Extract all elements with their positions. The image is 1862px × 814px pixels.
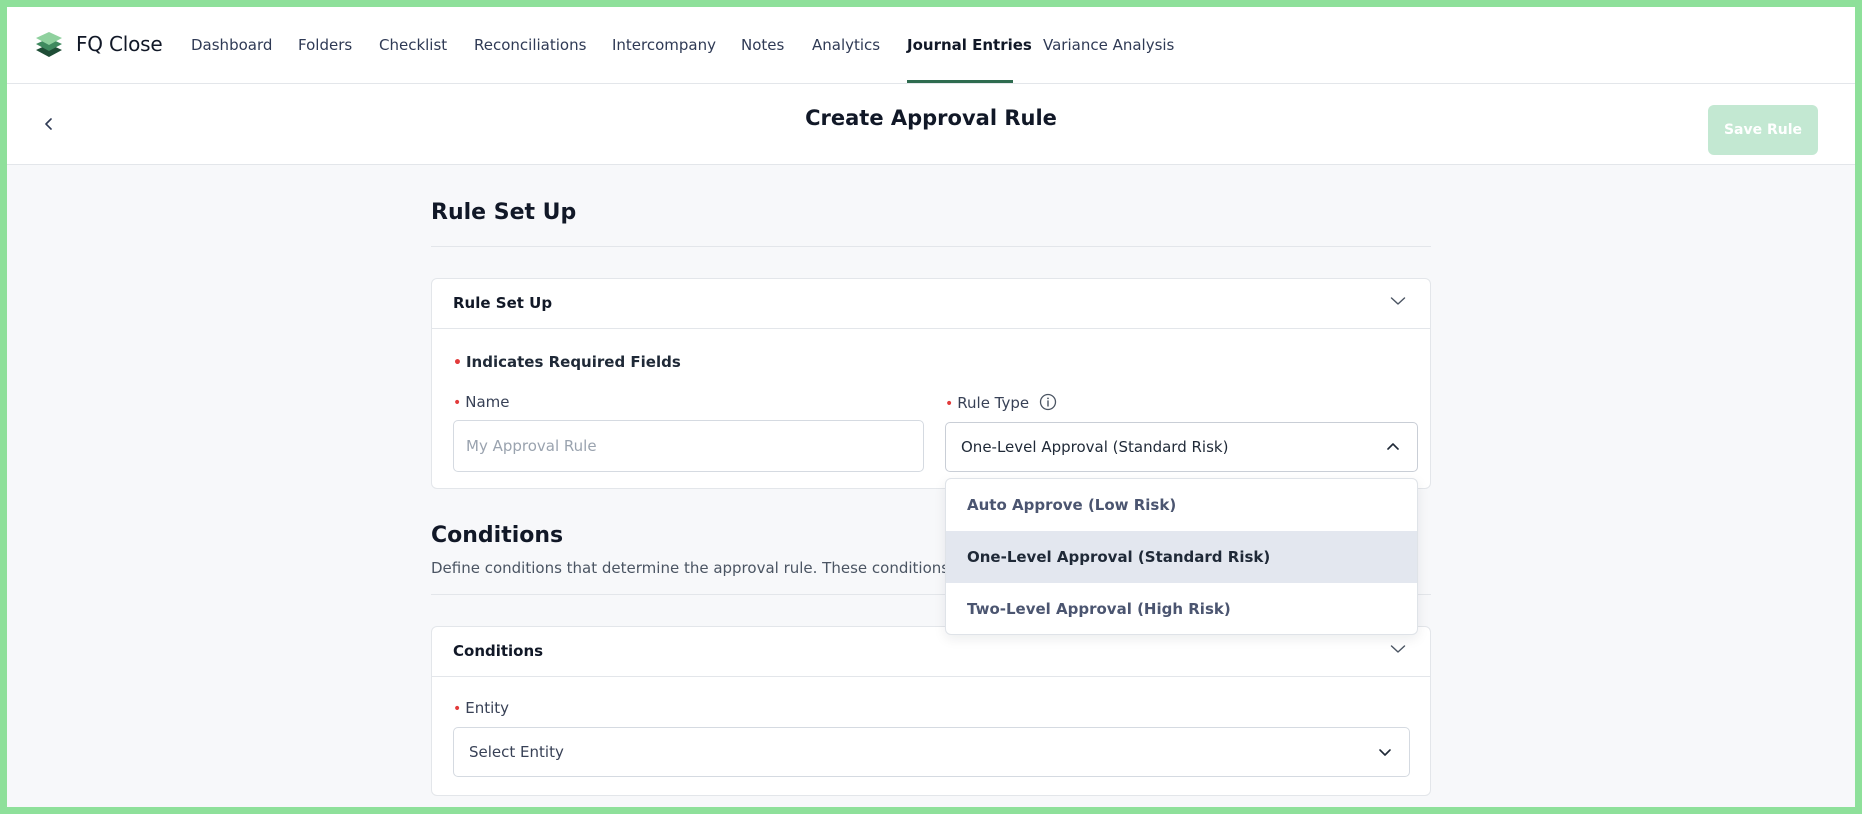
rule-type-select[interactable]: One-Level Approval (Standard Risk) bbox=[945, 422, 1418, 472]
nav-analytics[interactable]: Analytics bbox=[812, 36, 880, 54]
nav-notes[interactable]: Notes bbox=[741, 36, 784, 54]
nav-folders[interactable]: Folders bbox=[298, 36, 352, 54]
rule-type-option-auto-approve[interactable]: Auto Approve (Low Risk) bbox=[946, 479, 1417, 531]
conditions-card-title: Conditions bbox=[453, 642, 544, 660]
conditions-description: Define conditions that determine the app… bbox=[431, 559, 979, 577]
section-divider bbox=[431, 246, 1431, 247]
rule-setup-card: Rule Set Up • Indicates Required Fields •… bbox=[431, 278, 1431, 489]
page-title: Create Approval Rule bbox=[805, 106, 1057, 130]
page-header: Create Approval Rule Save Rule bbox=[7, 84, 1855, 165]
rule-setup-card-title: Rule Set Up bbox=[453, 294, 553, 312]
fq-close-logo-icon bbox=[36, 32, 62, 57]
nav-reconciliations[interactable]: Reconciliations bbox=[474, 36, 586, 54]
nav-journal-entries[interactable]: Journal Entries bbox=[907, 36, 1032, 54]
active-tab-indicator bbox=[907, 80, 1013, 83]
nav-dashboard[interactable]: Dashboard bbox=[191, 36, 272, 54]
rule-type-option-one-level[interactable]: One-Level Approval (Standard Risk) bbox=[946, 531, 1417, 583]
entity-select-value: Select Entity bbox=[469, 743, 564, 761]
name-input[interactable] bbox=[453, 420, 924, 472]
rule-type-selected-value: One-Level Approval (Standard Risk) bbox=[961, 438, 1229, 456]
chevron-up-icon bbox=[1387, 443, 1399, 450]
info-icon[interactable] bbox=[1039, 393, 1057, 411]
nav-variance-analysis[interactable]: Variance Analysis bbox=[1043, 36, 1174, 54]
required-fields-note: • Indicates Required Fields bbox=[453, 353, 681, 371]
rule-setup-card-header[interactable]: Rule Set Up bbox=[432, 279, 1430, 329]
rule-setup-section-title: Rule Set Up bbox=[431, 200, 577, 225]
required-dot: • bbox=[945, 396, 954, 412]
conditions-section-title: Conditions bbox=[431, 523, 564, 548]
save-rule-button[interactable]: Save Rule bbox=[1708, 105, 1818, 155]
brand-name: FQ Close bbox=[76, 32, 163, 56]
rule-type-dropdown: Auto Approve (Low Risk) One-Level Approv… bbox=[945, 478, 1418, 635]
nav-checklist[interactable]: Checklist bbox=[379, 36, 447, 54]
entity-select[interactable]: Select Entity bbox=[453, 727, 1410, 777]
chevron-down-icon[interactable] bbox=[1390, 644, 1406, 654]
nav-intercompany[interactable]: Intercompany bbox=[612, 36, 716, 54]
top-navigation: FQ Close Dashboard Folders Checklist Rec… bbox=[7, 7, 1855, 84]
conditions-card: Conditions • Entity Select Entity bbox=[431, 626, 1431, 796]
required-dot: • bbox=[453, 701, 462, 717]
required-dot: • bbox=[453, 355, 462, 371]
chevron-down-icon bbox=[1379, 749, 1391, 756]
app-window: FQ Close Dashboard Folders Checklist Rec… bbox=[7, 7, 1855, 807]
chevron-down-icon[interactable] bbox=[1390, 296, 1406, 306]
required-dot: • bbox=[453, 395, 462, 411]
rule-type-label: • Rule Type bbox=[945, 393, 1057, 412]
entity-label: • Entity bbox=[453, 699, 510, 717]
rule-type-option-two-level[interactable]: Two-Level Approval (High Risk) bbox=[946, 583, 1417, 634]
name-label: • Name bbox=[453, 393, 510, 411]
